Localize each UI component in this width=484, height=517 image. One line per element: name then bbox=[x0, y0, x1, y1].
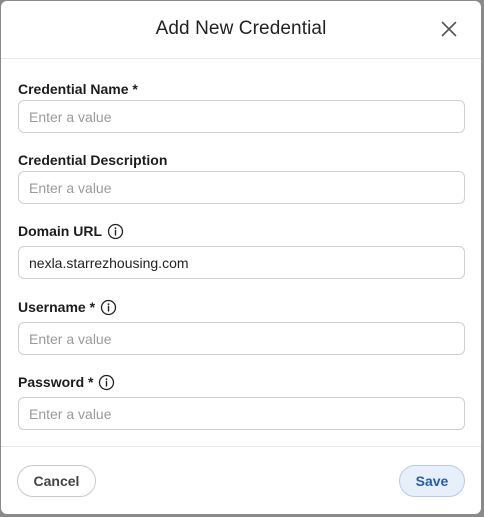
domain-url-label-text: Domain URL bbox=[18, 223, 102, 239]
info-circle-icon[interactable] bbox=[100, 299, 117, 316]
credential-description-label: Credential Description bbox=[18, 151, 167, 169]
domain-url-input[interactable] bbox=[18, 246, 465, 279]
username-input[interactable] bbox=[18, 322, 465, 355]
password-label: Password * bbox=[18, 373, 115, 391]
save-button[interactable]: Save bbox=[399, 465, 465, 497]
password-input[interactable] bbox=[18, 397, 465, 430]
credential-name-label-text: Credential Name * bbox=[18, 81, 138, 97]
dialog-footer: Cancel Save bbox=[1, 446, 481, 514]
credential-description-input[interactable] bbox=[18, 171, 465, 204]
username-label-text: Username * bbox=[18, 299, 96, 315]
dialog-header: Add New Credential bbox=[1, 1, 481, 59]
domain-url-label: Domain URL bbox=[18, 222, 124, 240]
add-credential-dialog: Add New Credential Credential Name * Cre… bbox=[1, 1, 481, 514]
info-circle-icon[interactable] bbox=[107, 223, 124, 240]
credential-description-label-text: Credential Description bbox=[18, 152, 168, 168]
cancel-button[interactable]: Cancel bbox=[17, 465, 96, 497]
username-label: Username * bbox=[18, 298, 117, 316]
dialog-title: Add New Credential bbox=[155, 18, 327, 39]
close-icon[interactable] bbox=[437, 17, 461, 41]
password-label-text: Password * bbox=[18, 374, 94, 390]
dialog-body: Credential Name * Credential Description… bbox=[1, 59, 481, 447]
credential-name-input[interactable] bbox=[18, 100, 465, 133]
info-circle-icon[interactable] bbox=[98, 374, 115, 391]
credential-name-label: Credential Name * bbox=[18, 80, 138, 98]
